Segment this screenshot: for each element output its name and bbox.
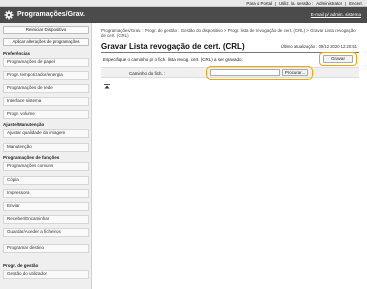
breadcrumb[interactable]: Programações/Grav. : Progr. de gestão : …	[101, 28, 361, 38]
sidebar-item-volume[interactable]: Progr. volume	[3, 110, 89, 119]
save-button[interactable]: Gravar	[323, 55, 353, 63]
app-title: Programações/Grav.	[17, 10, 85, 18]
sidebar-item-printer[interactable]: Impressora	[3, 189, 89, 198]
sidebar-item-image-quality[interactable]: Ajustar qualidade da imagem	[3, 129, 89, 138]
instruction-text: Especifique o caminho p/ o fich. lista r…	[103, 57, 243, 62]
divider	[345, 1, 347, 6]
sidebar-item-copy[interactable]: Cópia	[3, 176, 89, 185]
session-user-name: Administrator	[316, 1, 343, 6]
to-top-icon[interactable]	[104, 84, 110, 89]
sidebar-item-destination[interactable]: Programar destino	[3, 244, 89, 253]
app-header: Programações/Grav. E-mail p/ admin. sist…	[0, 7, 367, 23]
sidebar-item-store-access[interactable]: Guardar/Aceder a ficheiros	[3, 228, 89, 237]
sidebar-item-common[interactable]: Programações comuns	[3, 162, 89, 171]
admin-email-link[interactable]: E-mail p/ admin. sistema	[311, 12, 361, 17]
sidebar-item-system-interface[interactable]: Interface sistema	[3, 97, 89, 106]
browse-button[interactable]: Procurar...	[282, 69, 308, 76]
portal-link[interactable]: Para o Portal	[246, 1, 272, 6]
sidebar-heading-functions: Programações de funções	[3, 155, 60, 160]
apply-settings-button[interactable]: Aplicar alterações de programações	[3, 38, 89, 46]
sidebar-item-maintenance[interactable]: Manutenção	[3, 143, 89, 152]
logout-link[interactable]: Encerr.	[349, 1, 363, 6]
sidebar-item-network[interactable]: Programações de rede	[3, 84, 89, 93]
session-user-label: Utiliz. la. sessão :	[279, 1, 314, 6]
restart-device-button[interactable]: Reiniciar Dispositivo	[3, 26, 89, 34]
sidebar-item-send[interactable]: Enviar	[3, 202, 89, 211]
file-path-label: Caminho do fich. :	[129, 70, 166, 76]
sidebar: Reiniciar Dispositivo Aplicar alterações…	[0, 23, 92, 289]
main-content: Programações/Grav. : Progr. de gestão : …	[97, 23, 363, 289]
top-bar: Para o Portal Utiliz. la. sessão : Admin…	[0, 0, 367, 7]
sidebar-heading-preferences: Preferências	[3, 51, 31, 56]
page-title: Gravar Lista revogação de cert. (CRL)	[101, 42, 245, 51]
top-links: Para o Portal Utiliz. la. sessão : Admin…	[246, 1, 363, 6]
sidebar-heading-management: Progr. de gestão	[3, 263, 39, 268]
last-update: Último atualização : 09/12 2020 12:20:51	[280, 44, 357, 49]
gear-icon	[4, 10, 14, 20]
divider	[275, 1, 277, 6]
sidebar-item-user-management[interactable]: Gestão do utilizador	[3, 270, 89, 279]
sidebar-item-paper[interactable]: Programações de papel	[3, 58, 89, 67]
file-path-input[interactable]	[210, 69, 280, 76]
sidebar-item-receive-forward[interactable]: Receber/Encaminhar	[3, 215, 89, 224]
sidebar-heading-adjust: Ajuste/Manutenção	[3, 122, 45, 127]
sidebar-item-timer-energy[interactable]: Progr. temporizador/energia	[3, 71, 89, 80]
